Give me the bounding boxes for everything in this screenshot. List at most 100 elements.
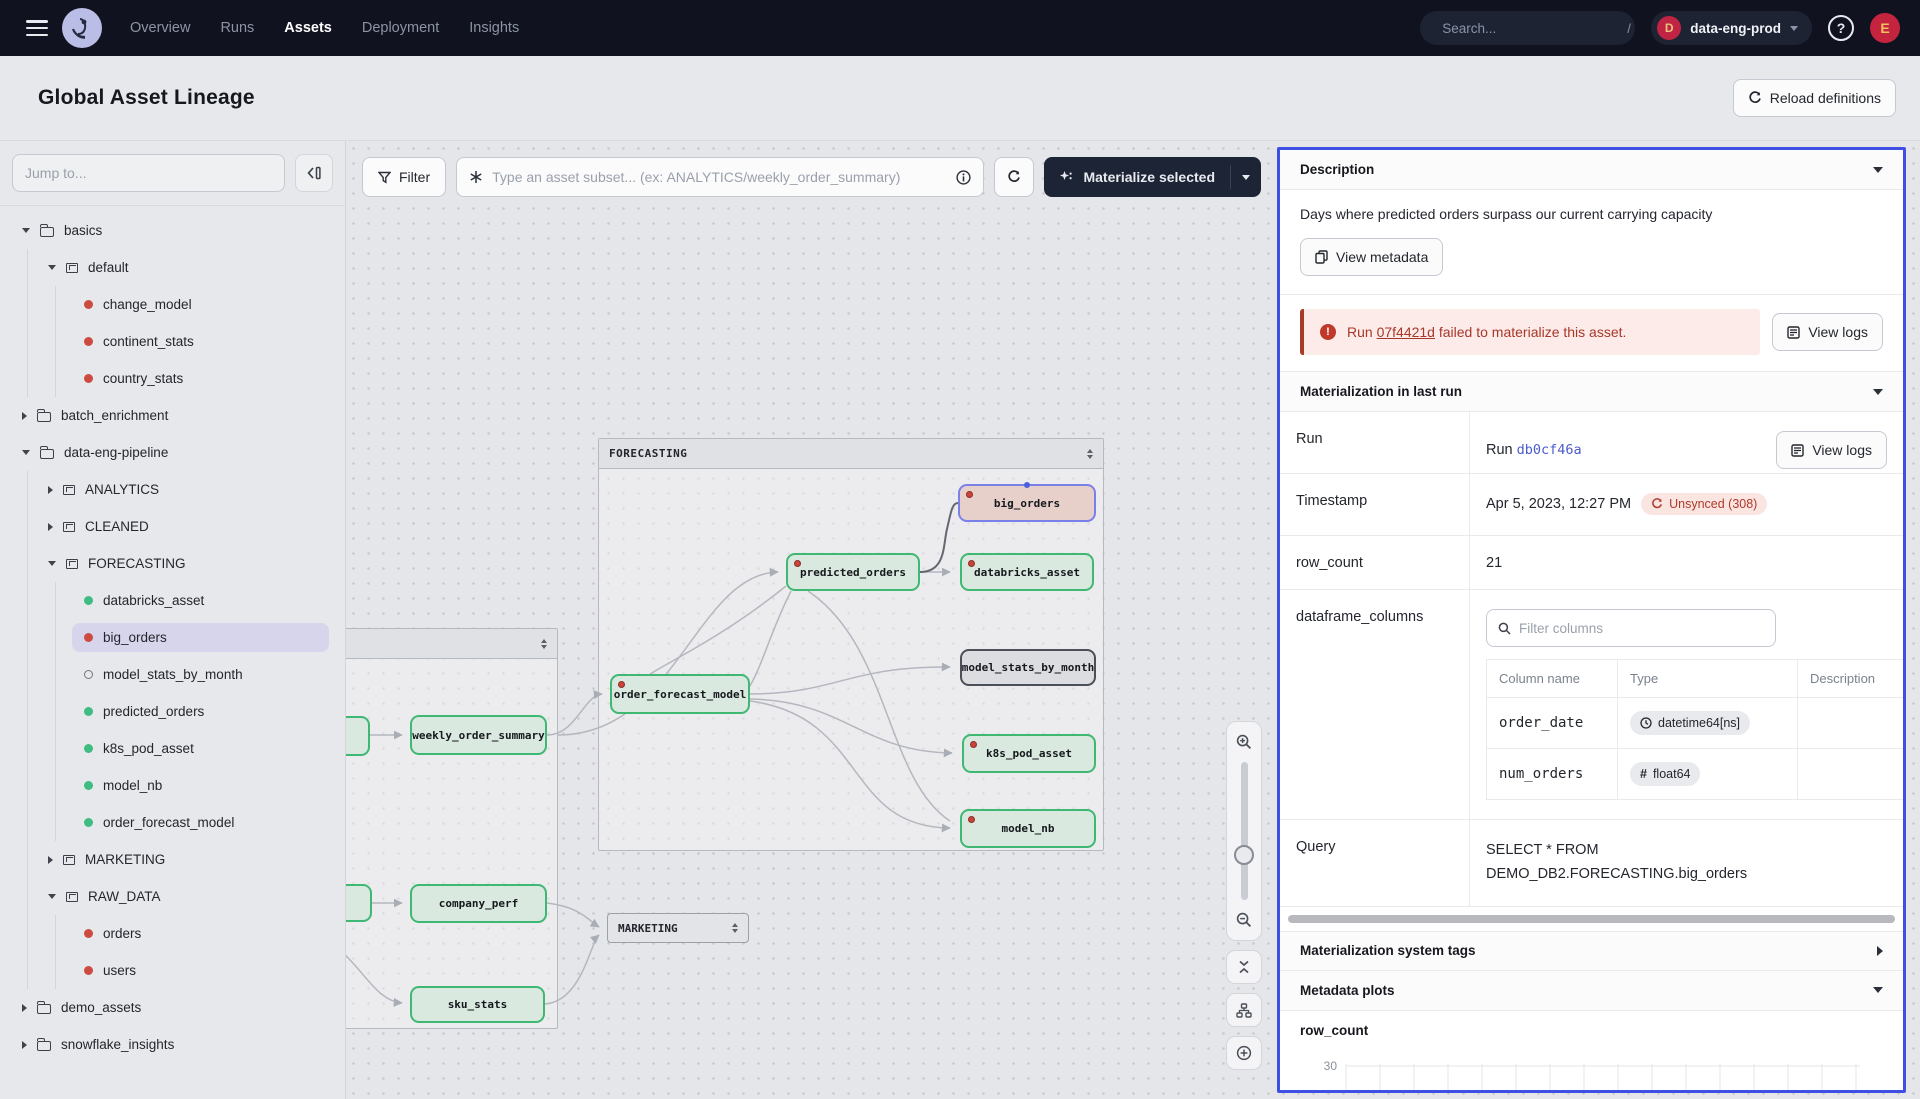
asset-group-header[interactable]: FORECASTING	[599, 439, 1103, 469]
jump-to-input[interactable]	[12, 154, 285, 192]
tree-item-databricks-asset[interactable]: databricks_asset	[0, 582, 345, 619]
tree-item-demo-assets[interactable]: demo_assets	[0, 989, 345, 1026]
workspace-switcher[interactable]: D data-eng-prod	[1651, 11, 1812, 45]
asset-node-model-stats-by-month[interactable]: model_stats_by_month	[960, 649, 1096, 686]
tree-item-default[interactable]: default	[0, 249, 345, 286]
tree-item-marketing[interactable]: MARKETING	[0, 841, 345, 878]
run-id-link[interactable]: db0cf46a	[1517, 442, 1582, 458]
zoom-out-button[interactable]	[1230, 906, 1258, 934]
caret-down-icon[interactable]	[22, 228, 30, 233]
materialize-options-caret[interactable]	[1231, 157, 1261, 197]
caret-right-icon[interactable]	[48, 856, 53, 864]
asset-node-company-perf[interactable]: company_perf	[410, 884, 547, 923]
view-logs-button[interactable]: View logs	[1772, 313, 1883, 351]
asset-node-sku-stats[interactable]: sku_stats	[410, 986, 545, 1023]
collapse-sidebar-button[interactable]	[295, 154, 333, 192]
collapsed-group-marketing[interactable]: MARKETING	[607, 913, 749, 943]
failed-status-dot	[84, 929, 93, 938]
menu-icon[interactable]	[26, 20, 48, 36]
view-run-logs-button[interactable]: View logs	[1776, 431, 1887, 469]
tree-item-big-orders[interactable]: big_orders	[0, 619, 345, 656]
asset-subset-input[interactable]	[492, 169, 947, 185]
zoom-slider-track[interactable]	[1241, 762, 1248, 900]
help-button[interactable]: ?	[1828, 15, 1854, 41]
tree-item-basics[interactable]: basics	[0, 212, 345, 249]
caret-down-icon[interactable]	[48, 894, 56, 899]
tree-item-change-model[interactable]: change_model	[0, 286, 345, 323]
filter-columns-input[interactable]	[1519, 621, 1764, 636]
caret-right-icon[interactable]	[22, 1004, 27, 1012]
failed-run-link[interactable]: 07f4421d	[1377, 324, 1435, 340]
tree-item-raw-data[interactable]: RAW_DATA	[0, 878, 345, 915]
tree-item-cleaned[interactable]: CLEANED	[0, 508, 345, 545]
info-icon[interactable]	[956, 170, 971, 185]
recenter-view-button[interactable]	[1226, 1036, 1262, 1070]
asset-node-model-nb[interactable]: model_nb	[960, 809, 1096, 848]
collapse-group-icon[interactable]	[541, 639, 547, 649]
tree-item-model-stats-by-month[interactable]: model_stats_by_month	[0, 656, 345, 693]
caret-right-icon[interactable]	[48, 523, 53, 531]
caret-right-icon[interactable]	[48, 486, 53, 494]
caret-down-icon[interactable]	[48, 561, 56, 566]
tree-item-snowflake-insights[interactable]: snowflake_insights	[0, 1026, 345, 1063]
collapse-group-icon[interactable]	[1087, 449, 1093, 459]
tree-item-order-forecast-model[interactable]: order_forecast_model	[0, 804, 345, 841]
asset-node-weekly-order-summary[interactable]: weekly_order_summary	[410, 715, 547, 755]
dagster-logo[interactable]	[62, 8, 102, 48]
unsynced-badge[interactable]: Unsynced (308)	[1641, 493, 1767, 515]
filter-columns-input-wrap[interactable]	[1486, 609, 1776, 647]
horizontal-scrollbar[interactable]	[1288, 915, 1895, 923]
tree-item-data-eng-pipeline[interactable]: data-eng-pipeline	[0, 434, 345, 471]
nav-insights[interactable]: Insights	[469, 20, 519, 36]
caret-down-icon[interactable]	[48, 265, 56, 270]
asset-node-clipped[interactable]	[346, 884, 372, 922]
asset-node-clipped[interactable]	[346, 716, 370, 756]
section-materialization-last-run[interactable]: Materialization in last run	[1280, 372, 1903, 412]
section-metadata-plots[interactable]: Metadata plots	[1280, 971, 1903, 1011]
zoom-in-button[interactable]	[1230, 728, 1258, 756]
nav-deployment[interactable]: Deployment	[362, 20, 439, 36]
tree-item-k8s-pod-asset[interactable]: k8s_pod_asset	[0, 730, 345, 767]
zoom-slider-handle[interactable]	[1234, 845, 1254, 865]
asset-node-order-forecast-model[interactable]: order_forecast_model	[610, 674, 750, 714]
search-input[interactable]	[1442, 21, 1619, 36]
asset-group-icon	[66, 892, 78, 902]
asset-group-header[interactable]	[346, 629, 557, 659]
materialize-selected-button[interactable]: Materialize selected	[1044, 157, 1261, 197]
refresh-graph-button[interactable]	[994, 157, 1034, 197]
tree-item-model-nb[interactable]: model_nb	[0, 767, 345, 804]
collapse-all-groups-button[interactable]	[1226, 950, 1262, 984]
tree-item-batch-enrichment[interactable]: batch_enrichment	[0, 397, 345, 434]
tree-item-orders[interactable]: orders	[0, 915, 345, 952]
tree-item-continent-stats[interactable]: continent_stats	[0, 323, 345, 360]
caret-right-icon[interactable]	[22, 1041, 27, 1049]
filter-button[interactable]: Filter	[362, 157, 446, 197]
asset-node-k8s-pod-asset[interactable]: k8s_pod_asset	[962, 734, 1096, 773]
caret-down-icon[interactable]	[22, 450, 30, 455]
asset-node-predicted-orders[interactable]: predicted_orders	[786, 553, 920, 591]
section-description[interactable]: Description	[1280, 150, 1903, 190]
section-materialization-system-tags[interactable]: Materialization system tags	[1280, 931, 1903, 971]
user-avatar[interactable]: E	[1870, 13, 1900, 43]
nav-assets[interactable]: Assets	[284, 20, 332, 36]
caret-right-icon[interactable]	[22, 412, 27, 420]
asset-node-databricks-asset[interactable]: databricks_asset	[960, 553, 1094, 591]
expand-group-icon[interactable]	[732, 923, 738, 933]
asset-subset-input-wrap[interactable]	[456, 157, 984, 197]
type-pill: datetime64[ns]	[1630, 711, 1750, 735]
relayout-graph-button[interactable]	[1226, 993, 1262, 1027]
tree-item-predicted-orders[interactable]: predicted_orders	[0, 693, 345, 730]
tree-item-country-stats[interactable]: country_stats	[0, 360, 345, 397]
nav-overview[interactable]: Overview	[130, 20, 190, 36]
view-metadata-button[interactable]: View metadata	[1300, 238, 1443, 276]
global-search[interactable]: /	[1420, 11, 1635, 45]
tree-item-forecasting[interactable]: FORECASTING	[0, 545, 345, 582]
materialized-status-dot	[84, 707, 93, 716]
tree-item-users[interactable]: users	[0, 952, 345, 989]
asset-node-big-orders[interactable]: big_orders	[958, 484, 1096, 522]
asset-tree: basics default change_model continent_st…	[0, 206, 345, 1099]
tree-item-analytics[interactable]: ANALYTICS	[0, 471, 345, 508]
failed-status-dot	[84, 300, 93, 309]
reload-definitions-button[interactable]: Reload definitions	[1733, 79, 1896, 117]
nav-runs[interactable]: Runs	[220, 20, 254, 36]
